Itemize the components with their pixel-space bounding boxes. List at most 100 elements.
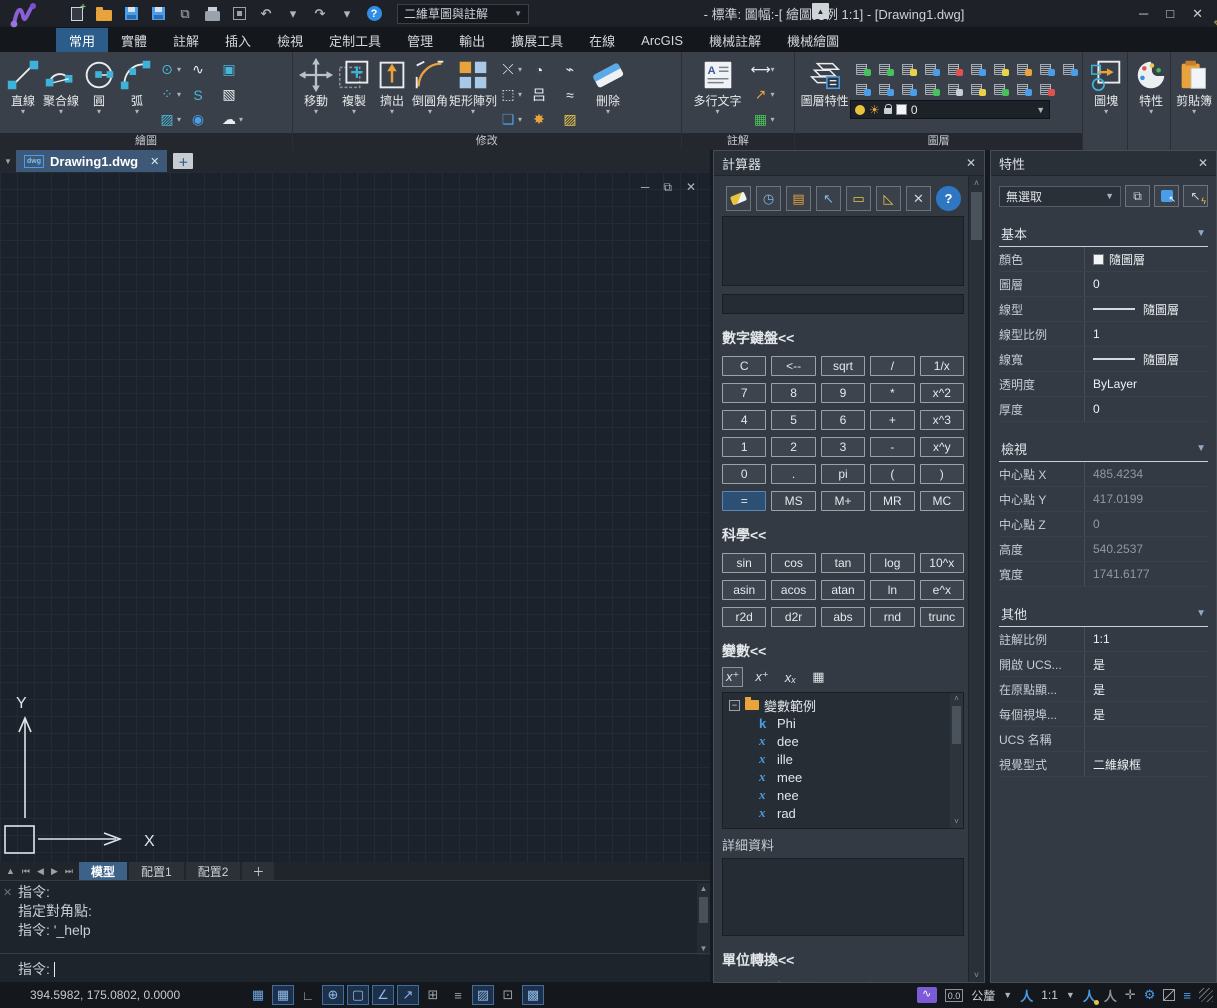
move-button[interactable]: 移動▾ [297, 55, 335, 115]
section-basic[interactable]: 基本▼ [999, 221, 1208, 247]
ribbon-tab[interactable]: 檢視 [264, 28, 316, 52]
rect-array-button[interactable]: 矩形陣列▾ [449, 55, 497, 115]
stretch-button[interactable]: 擠出▾ [373, 55, 411, 115]
modify-tool-icon[interactable]: ❏▾ [497, 107, 527, 132]
variable-item[interactable]: x nee [729, 786, 963, 804]
scroll-up-icon[interactable]: ˄ [969, 176, 984, 190]
intersection-icon[interactable]: ✕ [906, 186, 931, 211]
annotate-tool-icon[interactable]: ↗▾ [750, 82, 780, 107]
calc-key[interactable]: ) [920, 464, 964, 484]
close-icon[interactable]: ✕ [3, 886, 12, 899]
collapse-icon[interactable]: − [729, 700, 740, 711]
transparency-toggle[interactable]: ▨ [472, 985, 494, 1005]
draw-tool-icon[interactable]: ▧▾ [218, 82, 248, 107]
layer-tool-icon[interactable]: ▤ [1011, 58, 1034, 78]
mdi-restore-button[interactable]: ⧉ [663, 180, 672, 195]
variable-item[interactable]: x rad [729, 804, 963, 822]
maximize-button[interactable]: □ [1166, 6, 1174, 22]
layer-tool-icon[interactable]: ▤ [873, 78, 896, 98]
property-row[interactable]: 圖層 0 [999, 272, 1208, 297]
modify-tool-icon[interactable]: ✸▾ [528, 107, 558, 132]
annotate-tool-icon[interactable]: ▦▾ [750, 107, 780, 132]
block-button[interactable]: 圖塊▾ [1087, 55, 1125, 115]
property-row[interactable]: 高度 540.2537 [999, 537, 1208, 562]
calc-key[interactable]: 10^x [920, 553, 964, 573]
calc-key[interactable]: <-- [771, 356, 815, 376]
line-button[interactable]: 直線▾ [4, 55, 42, 115]
polyline-button[interactable]: 聚合線▾ [42, 55, 80, 115]
property-row[interactable]: 線型比例 1 [999, 322, 1208, 347]
osnap-toggle[interactable]: ▢ [347, 985, 369, 1005]
dynamic-input-toggle[interactable]: ⊞ [422, 985, 444, 1005]
calc-key[interactable]: 3 [821, 437, 865, 457]
calc-key[interactable]: x^2 [920, 383, 964, 403]
calc-key[interactable]: 6 [821, 410, 865, 430]
property-row[interactable]: 厚度 0 [999, 397, 1208, 422]
history-icon[interactable]: ◷ [756, 186, 781, 211]
property-row[interactable]: 中心點 Y 417.0199 [999, 487, 1208, 512]
layer-tool-icon[interactable]: ▤ [965, 78, 988, 98]
select-objects-icon[interactable]: ↖ϟ [1183, 185, 1208, 207]
calc-key[interactable]: pi [821, 464, 865, 484]
layer-tool-icon[interactable]: ▤ [1057, 58, 1080, 78]
scroll-down-icon[interactable]: ˅ [950, 816, 963, 828]
circle-button[interactable]: 圓▾ [80, 55, 118, 115]
layout-tab[interactable]: 模型 [79, 862, 127, 880]
property-row[interactable]: 每個視埠... 是 [999, 702, 1208, 727]
calc-key[interactable]: atan [821, 580, 865, 600]
scrollbar-thumb[interactable] [971, 192, 982, 240]
fillet-button[interactable]: 倒圓角▾ [411, 55, 449, 115]
layout-tab[interactable]: 配置1 [129, 862, 184, 880]
print-icon[interactable] [203, 5, 221, 23]
ribbon-tab[interactable]: 在線 [576, 28, 628, 52]
quick-properties-toggle[interactable]: ⊡ [497, 985, 519, 1005]
last-layout-icon[interactable]: ⏭ [65, 866, 73, 877]
calc-key[interactable]: r2d [722, 607, 766, 627]
property-row[interactable]: 顏色 隨圖層 [999, 247, 1208, 272]
arc-button[interactable]: 弧▾ [118, 55, 156, 115]
draw-tool-icon[interactable]: ▨▾ [156, 107, 186, 132]
annotation-scale-label[interactable]: 1:1 [1041, 988, 1058, 1002]
new-drawing-tab-button[interactable]: ＋ [173, 153, 193, 169]
modify-tool-icon[interactable]: ⤬▾ [497, 57, 527, 82]
draw-tool-icon[interactable]: S▾ [187, 82, 217, 107]
settings-gear-icon[interactable]: ⚙ [1144, 987, 1156, 1003]
section-view[interactable]: 檢視▼ [999, 436, 1208, 462]
numpad-section-header[interactable]: 數字鍵盤<< [722, 328, 964, 348]
workspace-select[interactable]: 二維草圖與註解 ▼ [397, 4, 529, 24]
quick-select-icon[interactable]: ⧉ [1125, 185, 1150, 207]
modify-tool-icon[interactable]: ≈▾ [559, 82, 589, 107]
annotate-tool-icon[interactable]: ⟷▾ [750, 57, 780, 82]
ribbon-tab[interactable]: 機械繪圖 [774, 28, 852, 52]
paste-to-command-icon[interactable]: ▤ [786, 186, 811, 211]
unit-label[interactable]: 公釐 [971, 987, 995, 1004]
calc-key[interactable]: e^x [920, 580, 964, 600]
draw-tool-icon[interactable]: ∿▾ [187, 57, 217, 82]
command-scrollbar[interactable]: ▲ ▼ [697, 883, 710, 955]
layer-select[interactable]: ☀ 0 ▼ [850, 100, 1050, 119]
property-row[interactable]: 中心點 Z 0 [999, 512, 1208, 537]
save-as-icon[interactable]: ✎ [149, 5, 167, 23]
undo-icon[interactable]: ↶ [257, 5, 275, 23]
variable-item[interactable]: x mee [729, 768, 963, 786]
modify-tool-icon[interactable]: ◔▾ [528, 57, 558, 82]
calc-key[interactable]: * [870, 383, 914, 403]
layer-tool-icon[interactable]: ▤ [1034, 78, 1057, 98]
scientific-section-header[interactable]: 科學<< [722, 525, 964, 545]
layer-tool-icon[interactable]: ▤ [850, 58, 873, 78]
ribbon-tab[interactable]: 擴展工具 [498, 28, 576, 52]
calc-key[interactable]: sqrt [821, 356, 865, 376]
draw-tool-icon[interactable]: ◉▾ [187, 107, 217, 132]
delete-variable-icon[interactable]: xₓ [781, 668, 800, 687]
calc-key[interactable]: 7 [722, 383, 766, 403]
save-icon[interactable] [122, 5, 140, 23]
calc-key[interactable]: x^y [920, 437, 964, 457]
modify-tool-icon[interactable]: ▨▾ [559, 107, 589, 132]
ribbon-tab[interactable]: 定制工具 [316, 28, 394, 52]
modify-tool-icon[interactable]: 吕▾ [528, 82, 558, 107]
close-icon[interactable]: ✕ [966, 156, 976, 170]
calc-key[interactable]: x^3 [920, 410, 964, 430]
help-icon[interactable]: ? [365, 5, 383, 23]
layer-tool-icon[interactable]: ▤ [988, 58, 1011, 78]
plot-preview-icon[interactable] [230, 5, 248, 23]
